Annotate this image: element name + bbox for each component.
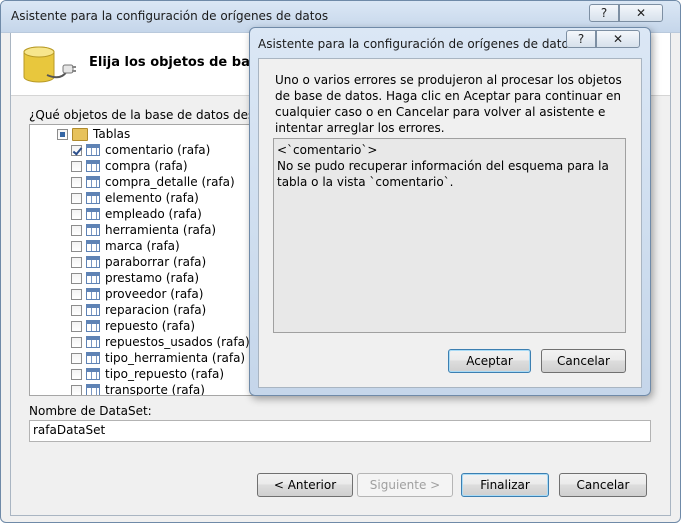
tree-item-label: empleado (rafa) xyxy=(105,207,202,221)
tree-item-label: tipo_herramienta (rafa) xyxy=(105,351,246,365)
table-icon xyxy=(86,336,100,348)
dialog-cancel-button[interactable]: Cancelar xyxy=(541,349,626,373)
table-checkbox[interactable] xyxy=(71,320,82,332)
table-icon xyxy=(86,176,100,188)
tree-node-label: Tablas xyxy=(93,127,131,141)
tree-item[interactable]: empleado (rafa) xyxy=(71,206,202,222)
table-icon xyxy=(86,352,100,364)
table-checkbox[interactable] xyxy=(71,256,82,268)
tree-item-label: tipo_repuesto (rafa) xyxy=(105,367,224,381)
dataset-name-label: Nombre de DataSet: xyxy=(29,404,152,418)
tree-item-label: transporte (rafa) xyxy=(105,383,205,396)
objects-tree[interactable]: Tablas comentario (rafa) compra (rafa) com… xyxy=(29,124,261,396)
table-checkbox[interactable] xyxy=(71,192,82,204)
table-icon xyxy=(86,224,100,236)
dialog-close-button[interactable]: ✕ xyxy=(596,30,640,48)
tree-node-tables[interactable]: Tablas xyxy=(57,126,130,142)
tables-folder-icon xyxy=(72,127,88,141)
table-checkbox[interactable] xyxy=(71,384,82,395)
tree-item[interactable]: herramienta (rafa) xyxy=(71,222,216,238)
table-icon xyxy=(86,320,100,332)
tree-item-label: comentario (rafa) xyxy=(105,143,211,157)
previous-button[interactable]: < Anterior xyxy=(257,473,353,497)
table-icon xyxy=(86,288,100,300)
wizard-title: Asistente para la configuración de oríge… xyxy=(11,9,329,23)
table-checkbox[interactable] xyxy=(71,144,82,156)
table-icon xyxy=(86,160,100,172)
table-checkbox[interactable] xyxy=(71,208,82,220)
tree-item-label: prestamo (rafa) xyxy=(105,271,200,285)
table-checkbox[interactable] xyxy=(71,224,82,236)
table-checkbox[interactable] xyxy=(71,240,82,252)
table-icon xyxy=(86,192,100,204)
table-checkbox[interactable] xyxy=(71,272,82,284)
tree-item[interactable]: prestamo (rafa) xyxy=(71,270,199,286)
table-icon xyxy=(86,256,100,268)
table-icon xyxy=(86,304,100,316)
tree-item[interactable]: marca (rafa) xyxy=(71,238,180,254)
help-button[interactable]: ? xyxy=(589,4,619,22)
finish-button[interactable]: Finalizar xyxy=(461,473,549,497)
tree-item[interactable]: tipo_repuesto (rafa) xyxy=(71,366,224,382)
tree-item-label: reparacion (rafa) xyxy=(105,303,207,317)
tree-item-label: proveedor (rafa) xyxy=(105,287,204,301)
table-checkbox[interactable] xyxy=(71,336,82,348)
tree-item[interactable]: paraborrar (rafa) xyxy=(71,254,206,270)
tree-item-label: compra (rafa) xyxy=(105,159,188,173)
table-icon xyxy=(86,384,100,395)
tree-item-label: elemento (rafa) xyxy=(105,191,199,205)
error-message: Uno o varios errores se produjeron al pr… xyxy=(275,73,622,135)
table-checkbox[interactable] xyxy=(71,368,82,380)
page-title: Elija los objetos de base xyxy=(89,55,267,70)
close-button[interactable]: ✕ xyxy=(619,4,663,22)
close-icon: ✕ xyxy=(635,6,647,20)
tree-item-label: marca (rafa) xyxy=(105,239,180,253)
close-icon: ✕ xyxy=(612,32,624,46)
dialog-help-button[interactable]: ? xyxy=(566,30,596,48)
tree-item[interactable]: tipo_herramienta (rafa) xyxy=(71,350,245,366)
table-checkbox[interactable] xyxy=(71,160,82,172)
tree-item[interactable]: transporte (rafa) xyxy=(71,382,205,396)
tree-item-label: repuesto (rafa) xyxy=(105,319,195,333)
table-icon xyxy=(86,144,100,156)
tree-item-label: herramienta (rafa) xyxy=(105,223,217,237)
next-button[interactable]: Siguiente > xyxy=(357,473,453,497)
tree-item[interactable]: proveedor (rafa) xyxy=(71,286,203,302)
error-detail-box[interactable]: <`comentario`> No se pudo recuperar info… xyxy=(273,138,626,333)
accept-button[interactable]: Aceptar xyxy=(448,349,531,373)
tree-item[interactable]: reparacion (rafa) xyxy=(71,302,206,318)
table-icon xyxy=(86,368,100,380)
tree-item[interactable]: elemento (rafa) xyxy=(71,190,199,206)
tree-item[interactable]: compra_detalle (rafa) xyxy=(71,174,235,190)
error-dialog: Asistente para la configuración de oríge… xyxy=(249,27,651,396)
table-icon xyxy=(86,272,100,284)
tree-item[interactable]: comentario (rafa) xyxy=(71,142,210,158)
tree-item-label: repuestos_usados (rafa) xyxy=(105,335,250,349)
table-checkbox[interactable] xyxy=(71,288,82,300)
tree-item-label: paraborrar (rafa) xyxy=(105,255,207,269)
table-checkbox[interactable] xyxy=(71,304,82,316)
table-icon xyxy=(86,240,100,252)
help-icon: ? xyxy=(600,6,608,20)
dataset-name-input[interactable]: rafaDataSet xyxy=(29,420,651,442)
tree-item[interactable]: repuestos_usados (rafa) xyxy=(71,334,250,350)
cancel-button[interactable]: Cancelar xyxy=(559,473,647,497)
table-checkbox[interactable] xyxy=(71,352,82,364)
error-dialog-title: Asistente para la configuración de oríge… xyxy=(258,37,576,51)
tree-item[interactable]: compra (rafa) xyxy=(71,158,188,174)
table-checkbox[interactable] xyxy=(71,176,82,188)
help-icon: ? xyxy=(577,32,585,46)
table-icon xyxy=(86,208,100,220)
tree-item-label: compra_detalle (rafa) xyxy=(105,175,235,189)
tables-checkbox[interactable] xyxy=(57,128,68,140)
error-dialog-body: Uno o varios errores se produjeron al pr… xyxy=(258,58,642,388)
tree-item[interactable]: repuesto (rafa) xyxy=(71,318,195,334)
database-icon xyxy=(23,46,76,83)
